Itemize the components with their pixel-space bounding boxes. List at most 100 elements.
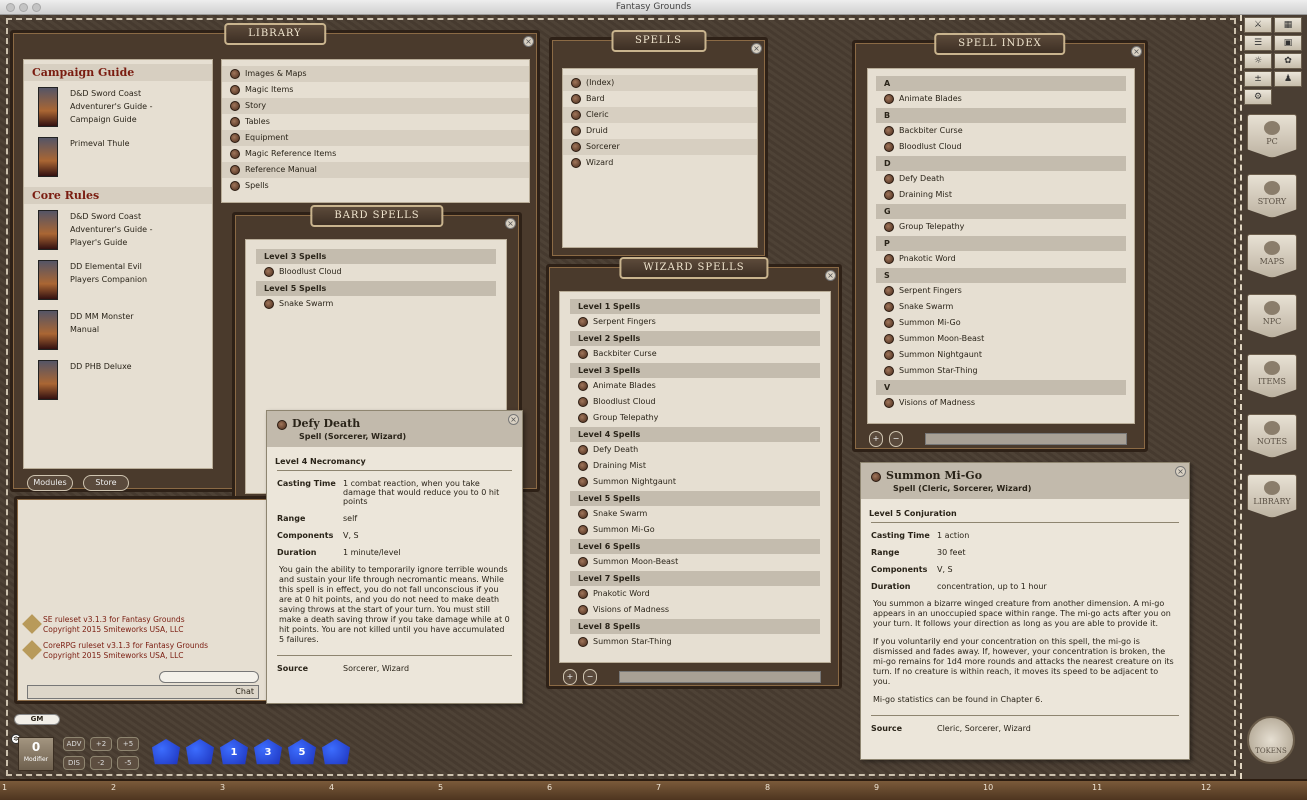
link-icon[interactable] xyxy=(884,189,894,200)
sidebar-pc-button[interactable]: PC xyxy=(1247,114,1297,158)
spell-link[interactable]: Defy Death xyxy=(570,442,820,458)
tool-settings-icon[interactable]: ⚙ xyxy=(1244,89,1272,105)
spell-link[interactable]: Bloodlust Cloud xyxy=(876,139,1126,155)
link-icon[interactable] xyxy=(884,285,894,296)
sidebar-npc-button[interactable]: NPC xyxy=(1247,294,1297,338)
modifier-2-button[interactable]: +5 xyxy=(117,737,139,751)
spell-link[interactable]: Serpent Fingers xyxy=(570,314,820,330)
hotkey-slot[interactable]: 11 xyxy=(1092,783,1102,792)
link-icon[interactable] xyxy=(571,157,581,168)
spell-link[interactable]: Snake Swarm xyxy=(256,296,496,312)
spell-link[interactable]: Backbiter Curse xyxy=(876,123,1126,139)
spell-link[interactable]: Draining Mist xyxy=(876,187,1126,203)
defy-death-detail[interactable]: × Defy Death Spell (Sorcerer, Wizard) Lev… xyxy=(266,410,523,704)
link-icon[interactable] xyxy=(578,396,588,407)
link-icon[interactable] xyxy=(578,476,588,487)
window-close-icon[interactable] xyxy=(6,3,15,12)
chat-input[interactable]: Chat xyxy=(27,685,259,699)
link-icon[interactable] xyxy=(571,77,581,88)
link-icon[interactable] xyxy=(578,588,588,599)
link-icon[interactable] xyxy=(571,125,581,136)
spell-link[interactable]: Bloodlust Cloud xyxy=(256,264,496,280)
spell-link[interactable]: Snake Swarm xyxy=(876,299,1126,315)
library-item[interactable]: Magic Items xyxy=(222,82,529,98)
tool-person-icon[interactable]: ♟ xyxy=(1274,71,1302,87)
link-icon[interactable] xyxy=(578,412,588,423)
library-item[interactable]: Tables xyxy=(222,114,529,130)
hotkey-slot[interactable]: 10 xyxy=(983,783,993,792)
link-icon[interactable] xyxy=(571,93,581,104)
spell-link[interactable]: Summon Moon-Beast xyxy=(570,554,820,570)
hotkey-slot[interactable]: 1 xyxy=(2,783,7,792)
module-item[interactable]: DD PHB Deluxe xyxy=(38,360,212,400)
spell-index-window[interactable]: SPELL INDEX × A Animate Blades B Backbiter … xyxy=(852,33,1148,452)
modifier-3-button[interactable]: DIS xyxy=(63,756,85,770)
library-item[interactable]: Spells xyxy=(222,178,529,194)
index-close-icon[interactable]: × xyxy=(1131,46,1142,57)
tool-sword-icon[interactable]: ⚔ xyxy=(1244,17,1272,33)
spell-link[interactable]: Snake Swarm xyxy=(570,506,820,522)
spells-window[interactable]: SPELLS × (Index) Bard Cleric Druid Sorcerer W… xyxy=(549,30,768,259)
defy-close-icon[interactable]: × xyxy=(508,414,519,425)
index-remove-icon[interactable]: − xyxy=(889,431,903,447)
link-icon[interactable] xyxy=(884,333,894,344)
index-add-icon[interactable]: + xyxy=(869,431,883,447)
spell-link[interactable]: Backbiter Curse xyxy=(570,346,820,362)
library-item[interactable]: Equipment xyxy=(222,130,529,146)
link-icon[interactable] xyxy=(264,266,274,277)
spell-link[interactable]: Summon Nightgaunt xyxy=(570,474,820,490)
link-icon[interactable] xyxy=(578,444,588,455)
wizard-spells-window[interactable]: WIZARD SPELLS × Level 1 Spells Serpent Fi… xyxy=(546,257,842,689)
link-icon[interactable] xyxy=(230,148,240,159)
spell-link[interactable]: Pnakotic Word xyxy=(876,251,1126,267)
spell-link[interactable]: Summon Moon-Beast xyxy=(876,331,1126,347)
spell-link[interactable]: Defy Death xyxy=(876,171,1126,187)
link-icon[interactable] xyxy=(578,348,588,359)
tool-color-icon[interactable]: ✿ xyxy=(1274,53,1302,69)
module-item[interactable]: DD MM Monster Manual xyxy=(38,310,212,350)
chat-speaker-select[interactable] xyxy=(159,671,259,683)
modules-button[interactable]: Modules xyxy=(27,475,73,491)
migo-link-icon[interactable] xyxy=(871,471,881,482)
tool-book-icon[interactable]: ▣ xyxy=(1274,35,1302,51)
library-item[interactable]: Reference Manual xyxy=(222,162,529,178)
spell-link[interactable]: Group Telepathy xyxy=(570,410,820,426)
window-minimize-icon[interactable] xyxy=(19,3,28,12)
wizard-filter-input[interactable] xyxy=(619,671,821,683)
spell-link[interactable]: Summon Star-Thing xyxy=(570,634,820,650)
sidebar-story-button[interactable]: STORY xyxy=(1247,174,1297,218)
spells-item[interactable]: Bard xyxy=(563,91,757,107)
library-item[interactable]: Story xyxy=(222,98,529,114)
module-item[interactable]: Primeval Thule xyxy=(38,137,212,177)
hotkey-slot[interactable]: 7 xyxy=(656,783,661,792)
tokens-button[interactable]: TOKENS xyxy=(1247,716,1295,764)
spells-item[interactable]: Cleric xyxy=(563,107,757,123)
hotkey-slot[interactable]: 3 xyxy=(220,783,225,792)
link-icon[interactable] xyxy=(884,301,894,312)
link-icon[interactable] xyxy=(578,556,588,567)
spell-link[interactable]: Visions of Madness xyxy=(570,602,820,618)
spell-link[interactable]: Summon Mi-Go xyxy=(570,522,820,538)
link-icon[interactable] xyxy=(578,460,588,471)
sidebar-notes-button[interactable]: NOTES xyxy=(1247,414,1297,458)
library-item[interactable]: Magic Reference Items xyxy=(222,146,529,162)
bard-close-icon[interactable]: × xyxy=(505,218,516,229)
modifier-1-button[interactable]: +2 xyxy=(90,737,112,751)
link-icon[interactable] xyxy=(884,125,894,136)
spell-link[interactable]: Summon Star-Thing xyxy=(876,363,1126,379)
link-icon[interactable] xyxy=(884,173,894,184)
spell-link[interactable]: Draining Mist xyxy=(570,458,820,474)
store-button[interactable]: Store xyxy=(83,475,129,491)
link-icon[interactable] xyxy=(230,84,240,95)
link-icon[interactable] xyxy=(578,604,588,615)
modifier-5-button[interactable]: -5 xyxy=(117,756,139,770)
link-icon[interactable] xyxy=(578,316,588,327)
sidebar-library-button[interactable]: LIBRARY xyxy=(1247,474,1297,518)
link-icon[interactable] xyxy=(884,253,894,264)
index-filter-input[interactable] xyxy=(925,433,1127,445)
spells-item[interactable]: (Index) xyxy=(563,75,757,91)
spell-link[interactable]: Serpent Fingers xyxy=(876,283,1126,299)
spells-close-icon[interactable]: × xyxy=(751,43,762,54)
link-icon[interactable] xyxy=(884,397,894,408)
link-icon[interactable] xyxy=(230,180,240,191)
